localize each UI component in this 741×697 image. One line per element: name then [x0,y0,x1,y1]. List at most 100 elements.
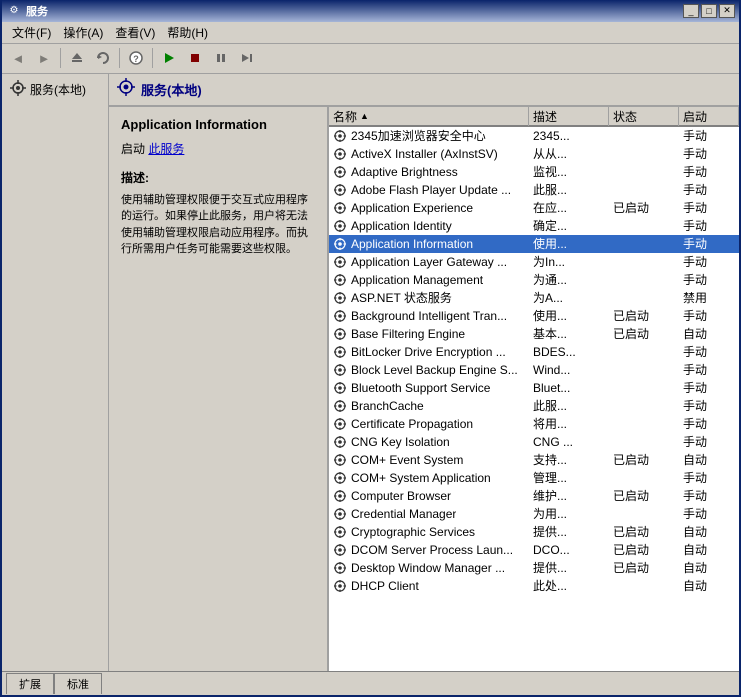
service-startup-cell: 手动 [679,145,739,163]
window-title: 服务 [26,3,683,19]
service-desc-cell: 从从... [529,145,609,163]
menu-bar: 文件(F) 操作(A) 查看(V) 帮助(H) [2,22,739,44]
menu-help[interactable]: 帮助(H) [161,22,214,43]
service-icon [333,543,347,557]
service-status-cell [609,469,679,487]
service-status-cell [609,145,679,163]
service-startup-cell: 手动 [679,397,739,415]
detail-panel: Application Information 启动 此服务 描述: 使用辅助管… [109,107,329,671]
table-row[interactable]: ASP.NET 状态服务为A...禁用 [329,289,739,307]
skip-button[interactable] [235,46,259,70]
minimize-button[interactable]: _ [683,4,699,18]
up-button[interactable] [65,46,89,70]
service-name-text: Background Intelligent Tran... [351,309,507,323]
table-row[interactable]: Cryptographic Services提供...已启动自动 [329,523,739,541]
title-bar: ⚙ 服务 _ □ ✕ [2,0,739,22]
table-row[interactable]: Application Management为通...手动 [329,271,739,289]
maximize-button[interactable]: □ [701,4,717,18]
service-name-cell: Cryptographic Services [329,523,529,541]
service-name-cell: 2345加速浏览器安全中心 [329,127,529,145]
service-status-cell: 已启动 [609,199,679,217]
header-name[interactable]: 名称 ▲ [329,107,529,126]
service-startup-cell: 手动 [679,253,739,271]
table-row[interactable]: Background Intelligent Tran...使用...已启动手动 [329,307,739,325]
table-row[interactable]: DHCP Client此处...自动 [329,577,739,595]
table-row[interactable]: Application Experience在应...已启动手动 [329,199,739,217]
service-icon [333,201,347,215]
header-status[interactable]: 状态 [609,107,679,126]
table-row[interactable]: Base Filtering Engine基本...已启动自动 [329,325,739,343]
close-button[interactable]: ✕ [719,4,735,18]
sidebar-item-services[interactable]: 服务(本地) [6,78,104,101]
table-row[interactable]: Certificate Propagation将用...手动 [329,415,739,433]
service-status-cell: 已启动 [609,541,679,559]
table-row[interactable]: Application Layer Gateway ...为In...手动 [329,253,739,271]
table-row[interactable]: Bluetooth Support ServiceBluet...手动 [329,379,739,397]
table-row[interactable]: 2345加速浏览器安全中心2345...手动 [329,127,739,145]
header-startup[interactable]: 启动 [679,107,739,126]
service-desc-cell: 基本... [529,325,609,343]
service-name-cell: Bluetooth Support Service [329,379,529,397]
help-button[interactable]: ? [124,46,148,70]
table-row[interactable]: Adobe Flash Player Update ...此服...手动 [329,181,739,199]
table-row[interactable]: Application Identity确定...手动 [329,217,739,235]
service-name-cell: CNG Key Isolation [329,433,529,451]
table-row[interactable]: COM+ Event System支持...已启动自动 [329,451,739,469]
table-row[interactable]: BitLocker Drive Encryption ...BDES...手动 [329,343,739,361]
table-row[interactable]: BranchCache此服...手动 [329,397,739,415]
table-row[interactable]: Application Information使用...手动 [329,235,739,253]
service-name-text: Application Identity [351,219,452,233]
table-row[interactable]: DCOM Server Process Laun...DCO...已启动自动 [329,541,739,559]
refresh-button[interactable] [91,46,115,70]
start-service-link[interactable]: 此服务 [148,142,184,156]
service-name-cell: Background Intelligent Tran... [329,307,529,325]
service-startup-cell: 手动 [679,433,739,451]
tab-expand[interactable]: 扩展 [6,673,54,694]
pause-button[interactable] [209,46,233,70]
table-row[interactable]: CNG Key IsolationCNG ... 手动 [329,433,739,451]
service-icon [333,129,347,143]
service-status-cell [609,127,679,145]
forward-button[interactable]: ► [32,46,56,70]
service-icon [333,345,347,359]
table-row[interactable]: Computer Browser维护...已启动手动 [329,487,739,505]
menu-file[interactable]: 文件(F) [6,22,57,43]
menu-action[interactable]: 操作(A) [57,22,109,43]
service-name-text: COM+ System Application [351,471,491,485]
service-list[interactable]: 名称 ▲ 描述 状态 启动 [329,107,739,671]
service-icon [333,435,347,449]
service-name-text: 2345加速浏览器安全中心 [351,127,486,144]
service-icon [333,291,347,305]
table-row[interactable]: Block Level Backup Engine S...Wind...手动 [329,361,739,379]
back-button[interactable]: ◄ [6,46,30,70]
service-name-cell: Application Experience [329,199,529,217]
service-desc-cell: 为In... [529,253,609,271]
service-rows: 2345加速浏览器安全中心2345...手动 ActiveX Installer… [329,127,739,595]
service-startup-cell: 手动 [679,379,739,397]
table-row[interactable]: Adaptive Brightness监视...手动 [329,163,739,181]
service-status-cell: 已启动 [609,559,679,577]
stop-button[interactable] [183,46,207,70]
service-startup-cell: 手动 [679,307,739,325]
service-startup-cell: 手动 [679,163,739,181]
service-desc-cell: 监视... [529,163,609,181]
service-name-cell: Block Level Backup Engine S... [329,361,529,379]
service-name-cell: DHCP Client [329,577,529,595]
service-desc-cell: CNG ... [529,433,609,451]
split-view: Application Information 启动 此服务 描述: 使用辅助管… [109,107,739,671]
service-icon [333,183,347,197]
service-status-cell: 已启动 [609,325,679,343]
service-name-text: Credential Manager [351,507,456,521]
service-desc-cell: 提供... [529,523,609,541]
service-status-cell [609,505,679,523]
table-row[interactable]: Desktop Window Manager ...提供...已启动自动 [329,559,739,577]
table-row[interactable]: ActiveX Installer (AxInstSV)从从...手动 [329,145,739,163]
table-row[interactable]: COM+ System Application管理...手动 [329,469,739,487]
description-label: 描述: [121,169,315,186]
tab-standard[interactable]: 标准 [54,673,102,694]
table-row[interactable]: Credential Manager为用...手动 [329,505,739,523]
play-button[interactable] [157,46,181,70]
header-desc[interactable]: 描述 [529,107,609,126]
menu-view[interactable]: 查看(V) [109,22,161,43]
service-icon [333,507,347,521]
